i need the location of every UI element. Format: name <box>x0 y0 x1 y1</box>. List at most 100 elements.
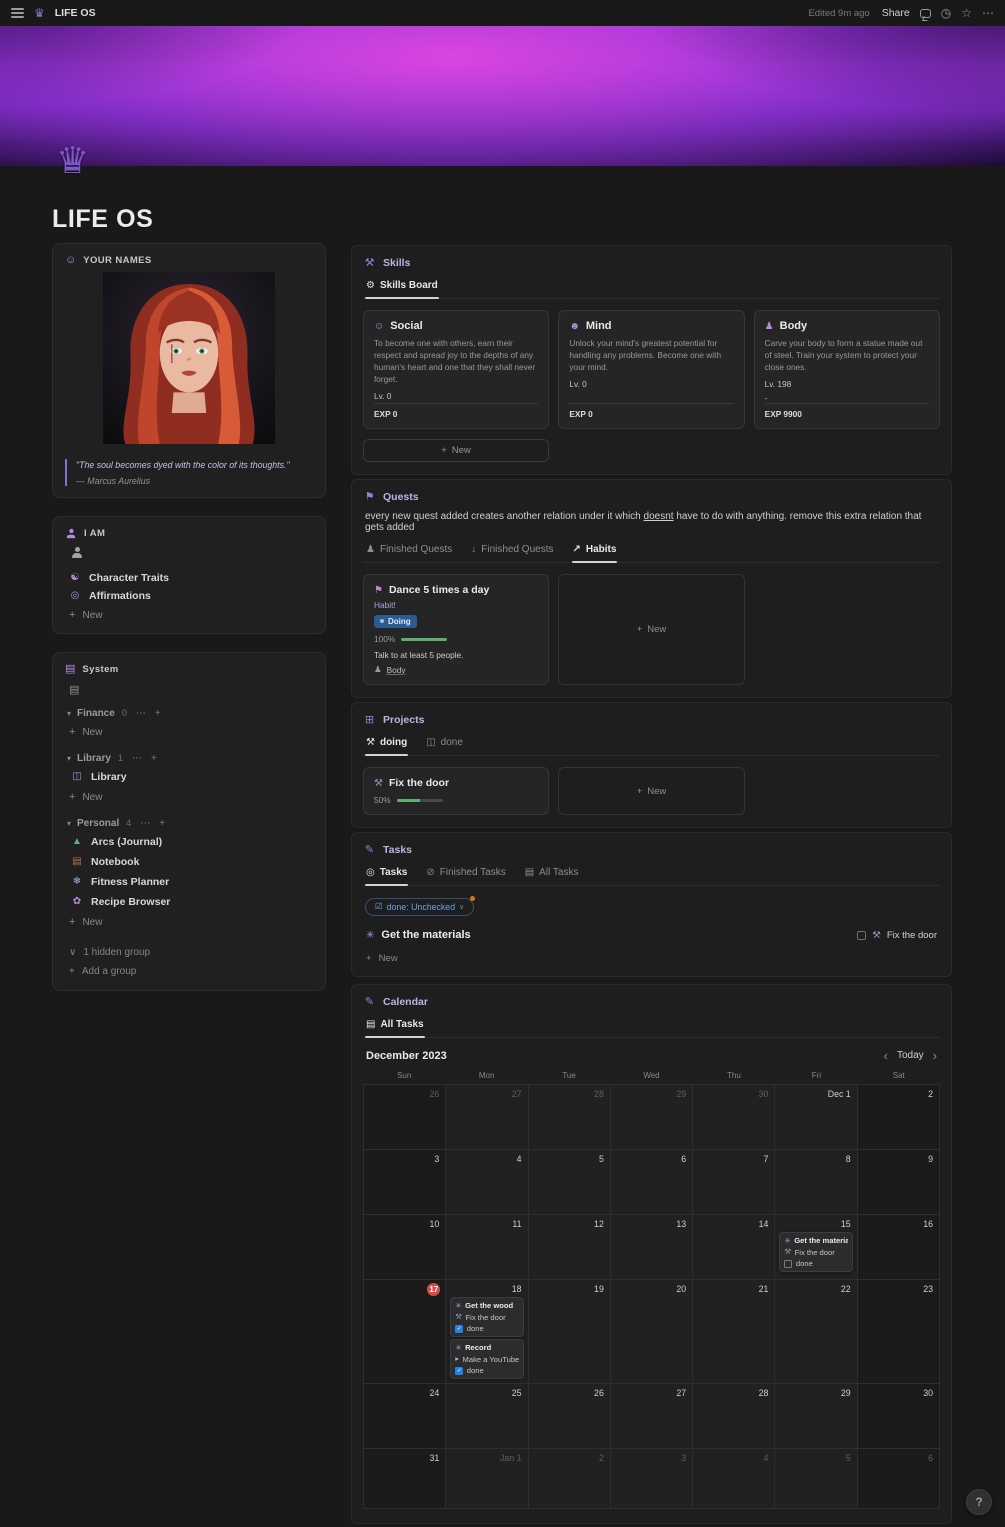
calendar-date[interactable]: 27 <box>449 1087 524 1100</box>
history-icon[interactable]: ◷ <box>941 7 951 19</box>
project-card-fix-the-door[interactable]: ⚒ Fix the door 50% <box>363 767 550 816</box>
calendar-cell[interactable]: 8 <box>775 1150 858 1216</box>
calendar-cell[interactable]: 29 <box>775 1384 858 1450</box>
calendar-date[interactable]: 30 <box>861 1386 936 1399</box>
calendar-date[interactable]: 15 <box>778 1217 853 1230</box>
breadcrumb-page-title[interactable]: LIFE OS <box>55 7 96 19</box>
calendar-date[interactable]: 24 <box>367 1386 442 1399</box>
more-icon[interactable]: ⋯ <box>136 708 146 719</box>
add-page-icon[interactable]: + <box>151 753 157 764</box>
calendar-cell[interactable]: 27 <box>610 1384 694 1450</box>
new-page-button[interactable]: + New <box>65 912 313 929</box>
calendar-date[interactable]: 31 <box>367 1451 442 1464</box>
more-options-icon[interactable]: ⋯ <box>982 7 994 19</box>
calendar-event[interactable]: ✳ Get the wood ⚒ Fix the door ✓ done <box>450 1297 524 1338</box>
calendar-cell[interactable]: 17 <box>364 1280 447 1385</box>
calendar-date[interactable]: 25 <box>449 1386 524 1399</box>
today-button[interactable]: Today <box>897 1050 924 1061</box>
tab-all-tasks-calendar[interactable]: ▤ All Tasks <box>365 1017 425 1039</box>
sidebar-toggle-icon[interactable] <box>11 8 24 18</box>
toggle-icon[interactable]: ▾ <box>67 754 71 763</box>
calendar-cell[interactable]: 2 <box>528 1449 611 1510</box>
calendar-date[interactable]: 18 <box>449 1282 524 1295</box>
calendar-date[interactable]: 27 <box>614 1386 689 1399</box>
calendar-date[interactable]: 14 <box>696 1217 771 1230</box>
cover-image[interactable] <box>0 26 1005 166</box>
calendar-cell[interactable]: 25 <box>446 1384 529 1450</box>
calendar-date[interactable]: 9 <box>861 1152 936 1165</box>
calendar-date[interactable]: 20 <box>614 1282 689 1295</box>
calendar-cell[interactable]: 15 ✳Get the materials⚒Fix the doordone <box>775 1215 858 1281</box>
group-name[interactable]: Personal <box>77 818 119 829</box>
group-name[interactable]: Finance <box>77 708 115 719</box>
comments-icon[interactable] <box>919 8 931 18</box>
calendar-cell[interactable]: 9 <box>857 1150 940 1216</box>
calendar-date[interactable]: 7 <box>696 1152 771 1165</box>
unchecked-checkbox-icon[interactable] <box>784 1259 793 1268</box>
tab-tasks[interactable]: ◎ Tasks <box>365 865 409 887</box>
calendar-cell[interactable]: 18 ✳ Get the wood ⚒ Fix the door ✓ done ✳ Record… <box>446 1280 529 1385</box>
calendar-cell[interactable]: 20 <box>610 1280 694 1385</box>
calendar-cell[interactable]: 27 <box>446 1085 529 1151</box>
new-page-button[interactable]: + New <box>65 722 313 739</box>
add-page-icon[interactable]: + <box>155 708 161 719</box>
calendar-cell[interactable]: 3 <box>364 1150 447 1216</box>
calendar-cell[interactable]: Jan 1 <box>446 1449 529 1510</box>
filter-chip-done-unchecked[interactable]: ☑ done: Unchecked ∨ <box>365 896 475 917</box>
calendar-cell[interactable]: 6 <box>610 1150 694 1216</box>
prev-month-icon[interactable]: ‹ <box>884 1049 888 1062</box>
page-icon-crown[interactable]: ♛ <box>56 142 89 179</box>
task-get-the-materials[interactable]: ✳ Get the materials <box>366 929 471 941</box>
calendar-cell[interactable]: 31 <box>364 1449 447 1510</box>
next-month-icon[interactable]: › <box>933 1049 937 1062</box>
hidden-group-toggle[interactable]: ∨ 1 hidden group <box>65 941 313 960</box>
calendar-date[interactable]: 29 <box>778 1386 853 1399</box>
calendar-date[interactable]: Dec 1 <box>778 1087 853 1100</box>
side-task-fix-the-door[interactable]: ⚒ Fix the door <box>857 930 937 941</box>
add-group-button[interactable]: + Add a group <box>65 960 313 979</box>
skill-card-mind[interactable]: ☻ Mind Unlock your mind's greatest poten… <box>558 310 745 430</box>
calendar-cell[interactable]: 19 <box>528 1280 611 1385</box>
calendar-cell[interactable]: 24 <box>364 1384 447 1450</box>
calendar-cell[interactable]: 28 <box>693 1384 776 1450</box>
portrait-image[interactable] <box>103 272 275 444</box>
tab-finished-quests[interactable]: ♟ Finished Quests <box>365 542 453 562</box>
skill-card-social[interactable]: ☺ Social To become one with others, earn… <box>363 310 550 430</box>
tab-habits[interactable]: ↗ Habits <box>571 542 618 564</box>
calendar-date[interactable]: 21 <box>696 1282 771 1295</box>
share-button[interactable]: Share <box>882 7 910 19</box>
calendar-cell[interactable]: 4 <box>693 1449 776 1510</box>
calendar-date[interactable]: Jan 1 <box>449 1451 524 1464</box>
calendar-date[interactable]: 19 <box>532 1282 607 1295</box>
new-project-card[interactable]: + New <box>558 767 745 816</box>
calendar-cell[interactable]: 16 <box>857 1215 940 1281</box>
calendar-cell[interactable]: 7 <box>693 1150 776 1216</box>
calendar-cell[interactable]: 26 <box>364 1085 447 1151</box>
calendar-cell[interactable]: 3 <box>610 1449 694 1510</box>
calendar-date[interactable]: 8 <box>778 1152 853 1165</box>
calendar-cell[interactable]: 30 <box>857 1384 940 1450</box>
calendar-event[interactable]: ✳Get the materials⚒Fix the doordone <box>779 1232 853 1273</box>
calendar-cell[interactable]: 11 <box>446 1215 529 1281</box>
tab-skills-board[interactable]: ⚙ Skills Board <box>365 278 439 299</box>
calendar-date[interactable]: 23 <box>861 1282 936 1295</box>
calendar-date[interactable]: 3 <box>367 1152 442 1165</box>
page-affirmations[interactable]: ◎ Affirmations <box>65 587 313 605</box>
calendar-date[interactable]: 26 <box>532 1386 607 1399</box>
calendar-date[interactable]: 16 <box>861 1217 936 1230</box>
new-task-button[interactable]: + New <box>363 953 940 964</box>
calendar-date[interactable]: 22 <box>778 1282 853 1295</box>
status-badge-doing[interactable]: Doing <box>374 615 417 628</box>
calendar-cell[interactable]: 4 <box>446 1150 529 1216</box>
calendar-cell[interactable]: 28 <box>528 1085 611 1151</box>
sidebar-page-library[interactable]: ◫ Library <box>65 767 313 787</box>
calendar-date[interactable]: 29 <box>614 1087 689 1100</box>
help-button[interactable]: ? <box>966 1489 992 1515</box>
calendar-cell[interactable]: 14 <box>693 1215 776 1281</box>
tab-all-tasks[interactable]: ▤ All Tasks <box>524 865 580 885</box>
calendar-cell[interactable]: 30 <box>693 1085 776 1151</box>
list-view-icon[interactable]: ▤ <box>65 681 313 706</box>
calendar-event[interactable]: ✳Record ▸Make a YouTube Video ✓done <box>450 1339 524 1380</box>
calendar-cell[interactable]: 10 <box>364 1215 447 1281</box>
calendar-date[interactable]: 10 <box>367 1217 442 1230</box>
